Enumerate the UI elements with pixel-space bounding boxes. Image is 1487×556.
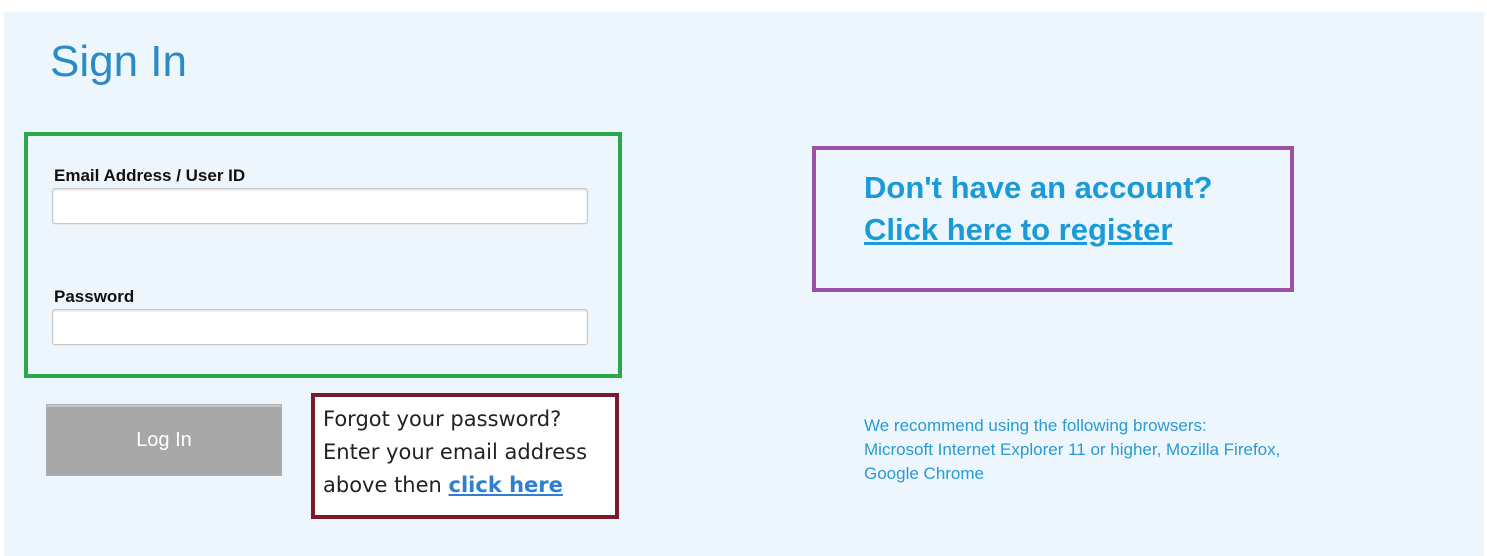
register-link[interactable]: Click here to register	[864, 212, 1172, 248]
email-label: Email Address / User ID	[54, 166, 246, 185]
browser-recommendation: We recommend using the following browser…	[864, 414, 1280, 486]
register-highlight: Don't have an account? Click here to reg…	[812, 146, 1294, 292]
forgot-line-3-prefix: above then	[323, 473, 449, 497]
email-field[interactable]	[52, 188, 588, 224]
register-question: Don't have an account?	[864, 170, 1213, 205]
page-title: Sign In	[50, 37, 187, 86]
browser-line-2: Microsoft Internet Explorer 11 or higher…	[864, 440, 1281, 459]
browser-line-1: We recommend using the following browser…	[864, 416, 1207, 435]
signin-page: Sign In Email Address / User ID Password…	[4, 12, 1484, 556]
browser-line-3: Google Chrome	[864, 464, 985, 483]
password-label: Password	[54, 287, 135, 306]
login-button[interactable]: Log In	[46, 404, 282, 476]
forgot-password-text: Forgot your password? Enter your email a…	[323, 403, 613, 502]
password-field[interactable]	[52, 309, 588, 345]
forgot-line-2: Enter your email address	[323, 440, 588, 464]
forgot-line-3: above then click here	[323, 469, 613, 502]
forgot-password-link[interactable]: click here	[449, 473, 563, 497]
login-form-highlight: Email Address / User ID Password	[24, 132, 622, 378]
forgot-password-highlight: Forgot your password? Enter your email a…	[311, 393, 619, 519]
forgot-line-1: Forgot your password?	[323, 407, 562, 431]
